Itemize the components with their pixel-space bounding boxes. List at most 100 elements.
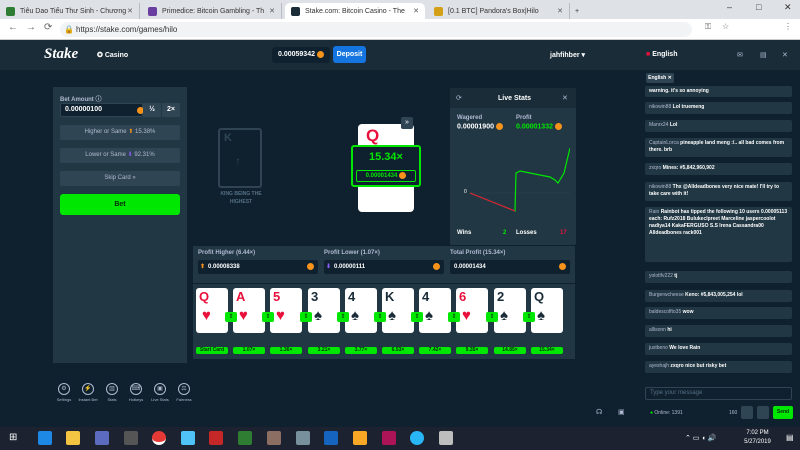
chat-username[interactable]: nikowin88 [649, 184, 671, 190]
deposit-button[interactable]: Deposit [333, 46, 366, 63]
spade-icon: ♠ [537, 307, 545, 324]
browser-tab-2[interactable]: Primedice: Bitcoin Gambling - Th ✕ [142, 3, 282, 19]
chat-input[interactable]: Type your message [645, 387, 792, 400]
mail-icon[interactable] [124, 431, 138, 445]
chat-username[interactable]: CaptainLorca [649, 140, 679, 146]
chat-username[interactable]: Manrx24 [649, 122, 668, 128]
settings-icon[interactable]: ⚙ [58, 383, 70, 395]
clock[interactable]: 7:02 PM 5/27/2019 [735, 429, 780, 447]
close-icon[interactable]: ✕ [127, 7, 133, 15]
maximize-icon[interactable]: □ [756, 2, 761, 12]
close-icon[interactable]: ✕ [413, 7, 419, 15]
chat-bubble-icon[interactable]: ▣ [618, 408, 625, 416]
close-chat-icon[interactable]: ✕ [782, 51, 788, 59]
edge-icon[interactable] [38, 431, 52, 445]
stats-icon[interactable]: ▥ [106, 383, 118, 395]
casino-nav[interactable]: ✪ Casino [97, 51, 128, 59]
url-field[interactable]: 🔒 https://stake.com/games/hilo [60, 22, 692, 37]
btc-icon [316, 50, 324, 58]
reload-icon[interactable]: ⟳ [44, 22, 52, 33]
mail-icon[interactable]: ✉ [737, 51, 743, 59]
lower-button[interactable]: Lower or Same ⬇ 92.31% [60, 148, 180, 163]
instant-bet-icon[interactable]: ⚡ [82, 383, 94, 395]
history-card: 6 ♥ [456, 288, 488, 333]
tray-icons[interactable]: ⌃ ▭ ◖ 🔊 [685, 434, 716, 442]
chat-username[interactable]: justbeno [649, 345, 668, 351]
chart-profit-line [470, 147, 570, 212]
hotkeys-icon[interactable]: ⌨ [130, 383, 142, 395]
store-icon[interactable] [95, 431, 109, 445]
skip-button[interactable]: Skip Card » [60, 171, 180, 186]
lower-pct: 92.31% [134, 152, 155, 158]
refresh-icon[interactable]: ⟳ [456, 94, 462, 102]
star-icon[interactable]: ☆ [722, 22, 729, 31]
telegram-icon[interactable] [410, 431, 424, 445]
app-icon[interactable] [267, 431, 281, 445]
higher-button[interactable]: Higher or Same ⬆ 15.38% [60, 125, 180, 140]
chrome-icon[interactable] [152, 431, 166, 445]
chat-username[interactable]: Rain [649, 209, 659, 215]
back-icon[interactable]: ← [8, 22, 18, 33]
chat-username[interactable]: yolotlfv222 [649, 273, 673, 279]
headset-icon[interactable]: ☊ [596, 408, 602, 416]
browser-tab-3[interactable]: Stake.com: Bitcoin Casino - The ✕ [285, 3, 425, 19]
stake-logo[interactable]: Stake [44, 46, 78, 63]
app-icon[interactable] [324, 431, 338, 445]
chat-text: Lol [669, 122, 678, 128]
app-icon[interactable] [439, 431, 453, 445]
chart-zero-label: 0 [464, 189, 467, 195]
app-icon[interactable] [296, 431, 310, 445]
chat-username[interactable]: ayeshajh [649, 363, 669, 369]
close-icon[interactable]: ✕ [562, 94, 568, 102]
guess-arrow-icon: ⇕ [448, 312, 460, 322]
app-icon[interactable] [382, 431, 396, 445]
card-multiplier-label: 15.34× [531, 347, 563, 354]
menu-icon[interactable]: ⋮ [784, 22, 792, 31]
bet-amount-label: Bet Amount ⓘ [60, 97, 102, 103]
chat-text: Rainbot has tipped the following 10 user… [649, 209, 788, 236]
chat-icon[interactable]: ▤ [760, 51, 767, 59]
live-stats-icon[interactable]: ▣ [154, 383, 166, 395]
heart-icon: ♥ [239, 307, 248, 324]
app-icon[interactable] [353, 431, 367, 445]
profit-value: 0.00001332 [516, 123, 562, 130]
new-tab-button[interactable]: + [572, 3, 586, 19]
emoji-button[interactable] [741, 406, 753, 419]
chat-username[interactable]: allisonn [649, 327, 666, 333]
chat-username[interactable]: nikowin88 [649, 104, 671, 110]
fairness-icon[interactable]: ⚖ [178, 383, 190, 395]
guess-arrow-icon: ⇕ [337, 312, 349, 322]
browser-tab-1[interactable]: Tiêu Dao Tiểu Thư Sinh - Chương ✕ [0, 3, 140, 19]
skip-card-icon[interactable]: » [401, 117, 413, 129]
notepad-icon[interactable] [181, 431, 195, 445]
wallet-balance[interactable]: 0.00059342 [272, 47, 330, 63]
chat-username[interactable]: zxqro [649, 165, 661, 171]
send-button[interactable]: Send [773, 406, 793, 419]
notification-icon[interactable]: ▤ [786, 433, 794, 442]
half-button[interactable]: ½ [143, 103, 161, 117]
close-icon[interactable]: ✕ [557, 7, 563, 15]
file-explorer-icon[interactable] [66, 431, 80, 445]
close-icon[interactable]: ✕ [269, 7, 275, 15]
card-rank: 2 [497, 289, 505, 304]
user-menu[interactable]: jahfihber ▾ [550, 51, 585, 59]
forward-icon[interactable]: → [26, 22, 36, 33]
guess-arrow-icon: ⇕ [300, 312, 312, 322]
browser-tab-4[interactable]: [0.1 BTC] Pandora's Box|Hilo ✕ [428, 3, 570, 19]
chat-username[interactable]: Burgerwcheese [649, 292, 684, 298]
bet-amount-input[interactable]: 0.00000100 [60, 103, 143, 117]
language-selector[interactable]: ■ English [646, 51, 677, 58]
commands-button[interactable] [757, 406, 769, 419]
bet-button[interactable]: Bet [60, 194, 180, 215]
minimize-icon[interactable]: – [727, 2, 732, 12]
instant-bet-label: Instant Bet [78, 397, 98, 402]
chat-username[interactable]: baldescolfto35 [649, 309, 681, 315]
windows-start-icon[interactable]: ⊞ [9, 432, 17, 443]
close-window-icon[interactable]: ✕ [784, 2, 792, 13]
double-button[interactable]: 2× [162, 103, 180, 117]
key-icon[interactable]: ⚿ [705, 22, 711, 32]
chat-room-tab[interactable]: English ✕ [646, 73, 674, 83]
d2me-icon[interactable] [238, 431, 252, 445]
chat-text: We love Rain [669, 345, 701, 351]
app-icon[interactable] [209, 431, 223, 445]
